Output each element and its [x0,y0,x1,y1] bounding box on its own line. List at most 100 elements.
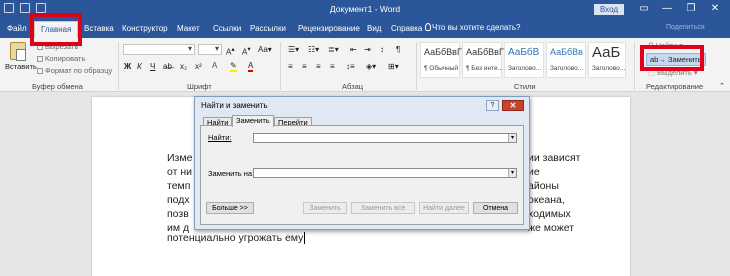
doc-text-line: же может [528,222,575,234]
minimize-button[interactable]: — [660,2,674,16]
dialog-body: Найти: ▾ Заменить на: ▾ Больше >> Замени… [200,125,524,225]
doc-text-line: океана, [528,194,565,206]
replace-once-button[interactable]: Заменить [303,202,347,214]
doc-text-line: Изме [167,152,193,164]
style-title[interactable]: АаБ Заголово... [588,42,626,78]
tab-insert[interactable]: Вставка [84,24,114,33]
doc-text-line: подх [167,194,190,206]
tab-review[interactable]: Рецензирование [298,24,360,33]
replace-with-label: Заменить на: [208,169,255,178]
numbering-icon[interactable]: ☷▾ [308,45,319,54]
line-spacing-icon[interactable]: ↕≡ [346,62,355,71]
bullets-icon[interactable]: ☰▾ [288,45,299,54]
borders-icon[interactable]: ⊞▾ [388,62,399,71]
shrink-font-icon[interactable]: A▾ [242,45,251,57]
style-heading-1[interactable]: АаБбВ Заголово... [504,42,544,78]
style-normal[interactable]: АаБбВвГг ¶ Обычный [420,42,465,78]
copy-icon [37,56,43,63]
doc-text-line: ходимых [528,208,571,220]
find-what-input[interactable]: ▾ [253,133,517,143]
multilevel-list-icon[interactable]: ≣▾ [328,45,339,54]
tab-file[interactable]: Файл [7,24,27,33]
justify-icon[interactable]: ≡ [330,62,335,71]
style-name: Заголово... [592,65,626,72]
highlight-icon[interactable]: ✎ [230,61,237,72]
cancel-button[interactable]: Отмена [473,202,518,214]
increase-indent-icon[interactable]: ⇥ [364,45,371,54]
underline-button[interactable]: Ч [150,62,155,71]
more-button[interactable]: Больше >> [206,202,254,214]
tab-view[interactable]: Вид [367,24,381,33]
close-button[interactable]: ✕ [708,2,722,16]
tab-help[interactable]: Справка [391,24,422,33]
copy-button[interactable]: Копировать [37,54,85,63]
lightbulb-icon [425,23,431,31]
font-color-icon[interactable]: A [248,61,254,72]
dropdown-arrow-icon[interactable]: ▾ [508,134,516,142]
text-effects-icon[interactable]: A [212,61,217,70]
bold-button[interactable]: Ж [124,62,131,71]
font-group-label: Шрифт [187,82,212,91]
editing-group-label: Редактирование [646,82,704,91]
tab-layout[interactable]: Макет [177,24,200,33]
decrease-indent-icon[interactable]: ⇤ [350,45,357,54]
change-case-icon[interactable]: Aa▾ [258,45,272,54]
style-name: Заголово... [508,65,542,72]
pilcrow-icon[interactable]: ¶ [396,45,400,54]
group-divider [416,42,417,90]
sign-in-button[interactable]: Вход [594,4,624,15]
doc-text-line: от ни [167,166,192,178]
dialog-close-button[interactable]: ✕ [502,100,524,111]
grow-font-icon[interactable]: A▴ [226,45,235,57]
paste-icon[interactable] [10,42,26,61]
dropdown-arrow-icon[interactable]: ▾ [508,169,516,177]
doc-text-line: айоны [528,180,559,192]
find-what-label: Найти: [208,133,232,142]
find-next-button[interactable]: Найти далее [419,202,469,214]
highlight-home-tab [30,13,82,46]
title-bar: Документ1 - Word Вход ▭ — ❐ ✕ [0,0,730,18]
style-heading-2[interactable]: АаБбВв Заголово... [546,42,586,78]
font-size-combo[interactable] [198,44,222,55]
style-sample: АаБ [592,44,621,61]
group-divider [280,42,281,90]
italic-button[interactable]: К [137,62,142,71]
dialog-tab-replace[interactable]: Заменить [232,115,274,127]
tab-design[interactable]: Конструктор [122,24,168,33]
tab-references[interactable]: Ссылки [213,24,241,33]
ribbon: Вставить Вырезать Копировать Формат по о… [0,38,730,92]
align-center-icon[interactable]: ≡ [302,62,307,71]
replace-all-button[interactable]: Заменить все [351,202,415,214]
style-sample: АаБбВвГг [424,47,466,57]
dialog-title: Найти и заменить [201,101,268,110]
ribbon-display-icon[interactable]: ▭ [637,2,651,16]
strikethrough-icon[interactable]: a̶b̶ [163,62,172,71]
share-button[interactable]: Поделиться [666,24,705,31]
doc-text-line: потенциально угрожать ему [167,232,306,244]
align-right-icon[interactable]: ≡ [316,62,321,71]
paste-button[interactable]: Вставить [5,62,37,71]
replace-with-input[interactable]: ▾ [253,168,517,178]
help-button[interactable]: ? [486,100,499,111]
collapse-ribbon-icon[interactable]: ⌃ [719,82,725,90]
tab-mailings[interactable]: Рассылки [250,24,286,33]
align-left-icon[interactable]: ≡ [288,62,293,71]
font-name-combo[interactable] [123,44,195,55]
group-divider [118,42,119,90]
style-no-spacing[interactable]: АаБбВвГг ¶ Без инте... [462,42,507,78]
highlight-replace-button [640,45,704,71]
restore-button[interactable]: ❐ [684,2,698,16]
style-name: ¶ Без инте... [466,65,503,72]
subscript-icon[interactable]: x₂ [180,62,187,71]
paragraph-group-label: Абзац [342,82,364,91]
ribbon-tabs: Файл Главная Вставка Конструктор Макет С… [0,18,730,38]
superscript-icon[interactable]: x² [195,62,202,71]
shading-icon[interactable]: ◈▾ [366,62,376,71]
sort-icon[interactable]: ↕ [380,45,384,54]
format-painter-button[interactable]: Формат по образцу [37,66,112,75]
style-sample: АаБбВ [508,47,540,58]
brush-icon [37,68,43,75]
style-sample: АаБбВв [550,47,583,57]
tell-me-search[interactable]: Что вы хотите сделать? [432,23,520,32]
style-sample: АаБбВвГг [466,47,508,57]
